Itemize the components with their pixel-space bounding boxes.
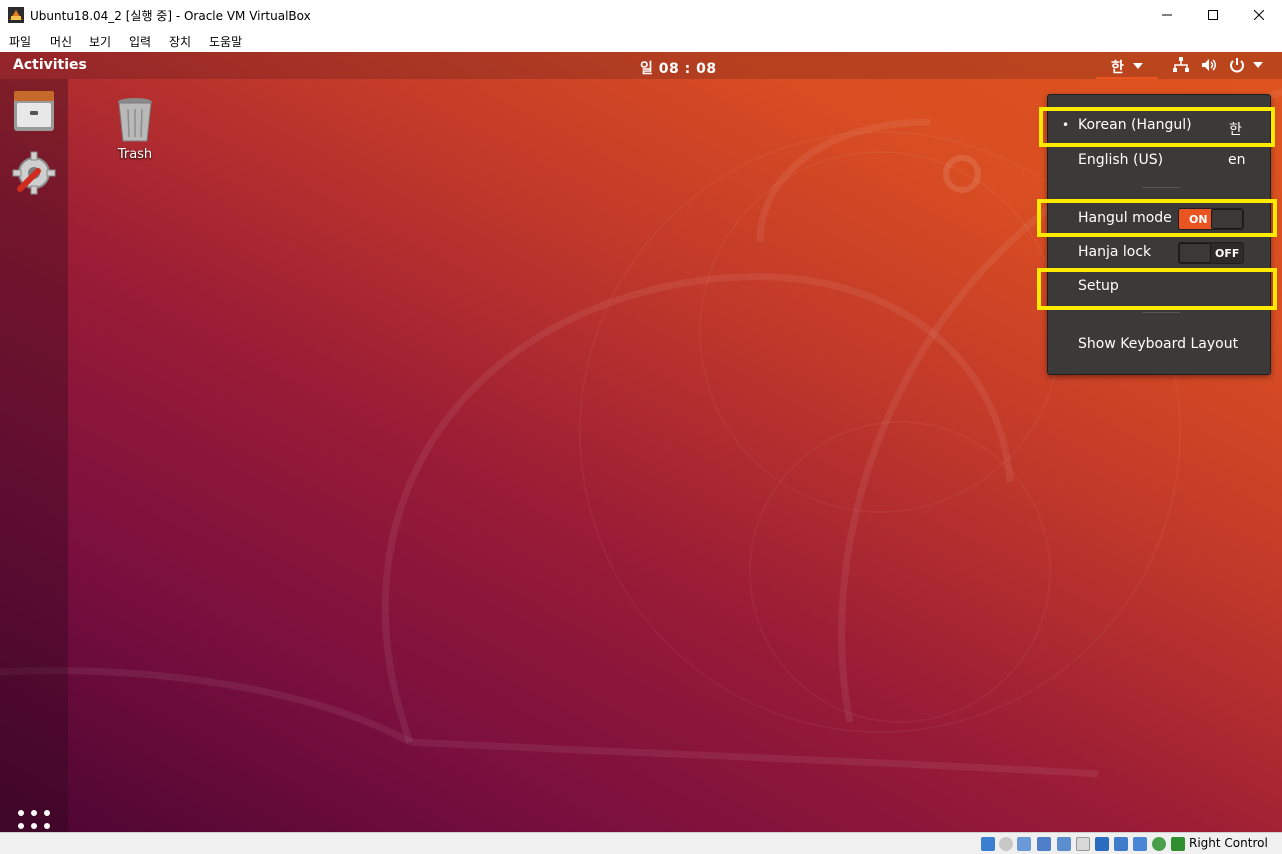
host-key-label: Right Control xyxy=(1189,836,1268,850)
window-menubar: 파일 머신 보기 입력 장치 도움말 xyxy=(0,30,1282,52)
window-titlebar: Ubuntu18.04_2 [실행 중] - Oracle VM Virtual… xyxy=(0,0,1282,30)
network-icon[interactable] xyxy=(1172,56,1190,74)
highlight-box-korean xyxy=(1039,107,1275,147)
ime-indicator-label: 한 xyxy=(1111,60,1124,76)
optical-drive-icon[interactable] xyxy=(999,837,1013,851)
mouse-integration-icon[interactable] xyxy=(1152,837,1166,851)
display-icon[interactable] xyxy=(1095,837,1109,851)
hanja-lock-toggle[interactable]: OFF xyxy=(1178,242,1244,264)
activities-button[interactable]: Activities xyxy=(13,57,87,73)
hanja-lock-state: OFF xyxy=(1215,247,1240,260)
menu-view[interactable]: 보기 xyxy=(89,33,111,50)
usb-icon[interactable] xyxy=(1057,837,1071,851)
trash-icon xyxy=(118,98,152,142)
menu-machine[interactable]: 머신 xyxy=(50,33,72,50)
show-applications-icon[interactable] xyxy=(17,809,51,832)
trash-label: Trash xyxy=(117,147,153,162)
highlight-box-hangul-mode xyxy=(1037,199,1277,237)
settings-gear-icon[interactable] xyxy=(10,149,58,197)
shared-folders-icon[interactable] xyxy=(1076,837,1090,851)
input-method-indicator[interactable]: 한 xyxy=(1096,52,1158,79)
minimize-button[interactable] xyxy=(1144,0,1190,30)
highlight-box-setup xyxy=(1037,268,1277,310)
maximize-icon xyxy=(1208,10,1218,20)
network-adapter-icon[interactable] xyxy=(1037,837,1051,851)
keyboard-capture-icon[interactable] xyxy=(1171,837,1185,851)
gnome-top-bar: Activities 일 08 : 08 한 xyxy=(0,52,1282,79)
window-title: Ubuntu18.04_2 [실행 중] - Oracle VM Virtual… xyxy=(30,9,311,23)
chevron-down-icon xyxy=(1133,63,1143,69)
menu-help[interactable]: 도움말 xyxy=(209,33,242,50)
menu-separator xyxy=(1142,312,1180,313)
hard-disk-icon[interactable] xyxy=(981,837,995,851)
english-short-label: en xyxy=(1228,152,1246,168)
close-icon xyxy=(1254,10,1264,20)
menu-item-english[interactable]: English (US) xyxy=(1078,152,1163,168)
recording-icon[interactable] xyxy=(1114,837,1128,851)
vm-screen[interactable]: Activities 일 08 : 08 한 Trash • Korean (H… xyxy=(0,52,1282,832)
menu-separator xyxy=(1142,187,1180,188)
minimize-icon xyxy=(1162,14,1172,16)
chevron-down-icon[interactable] xyxy=(1252,60,1264,70)
menu-item-hanja-lock[interactable]: Hanja lock xyxy=(1078,244,1151,260)
menu-file[interactable]: 파일 xyxy=(9,33,31,50)
maximize-button[interactable] xyxy=(1190,0,1236,30)
file-cabinet-icon[interactable] xyxy=(10,87,58,135)
close-button[interactable] xyxy=(1236,0,1282,30)
trash-desktop-icon[interactable]: Trash xyxy=(108,95,162,162)
cpu-icon[interactable] xyxy=(1133,837,1147,851)
toggle-knob xyxy=(1179,243,1211,263)
menu-item-show-keyboard-layout[interactable]: Show Keyboard Layout xyxy=(1078,336,1238,352)
power-icon[interactable] xyxy=(1228,56,1246,74)
virtualbox-statusbar: Right Control xyxy=(0,832,1282,854)
audio-icon[interactable] xyxy=(1017,837,1031,851)
dock xyxy=(0,79,68,832)
volume-icon[interactable] xyxy=(1200,56,1218,74)
menu-devices[interactable]: 장치 xyxy=(169,33,191,50)
menu-input[interactable]: 입력 xyxy=(129,33,151,50)
clock[interactable]: 일 08 : 08 xyxy=(640,58,717,78)
virtualbox-icon xyxy=(8,7,24,23)
